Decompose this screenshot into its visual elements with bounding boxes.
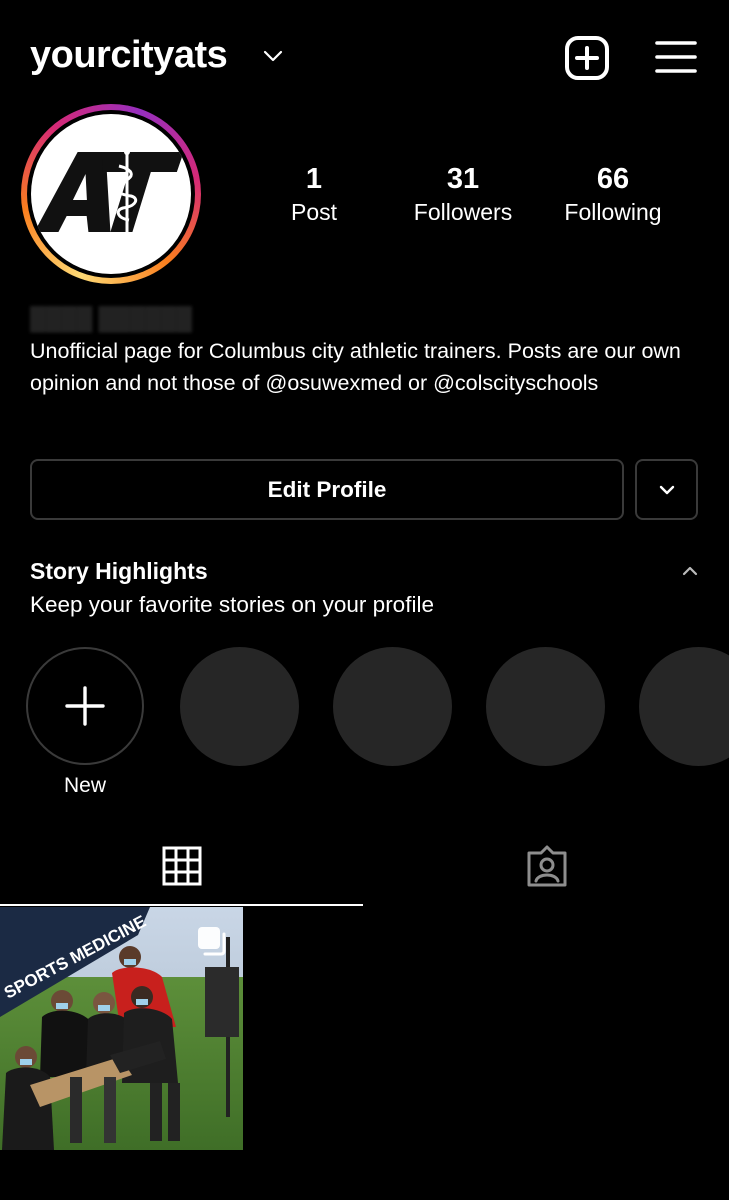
new-highlight-button[interactable] <box>26 647 144 765</box>
suggested-accounts-button[interactable] <box>635 459 698 520</box>
profile-bio: Unofficial page for Columbus city athlet… <box>30 339 681 395</box>
following-count[interactable]: 66 Following <box>543 162 683 228</box>
followers-count-value: 31 <box>446 163 480 195</box>
multiple-photos-icon <box>198 927 226 956</box>
active-tab-indicator <box>0 904 363 906</box>
new-post-icon[interactable] <box>563 34 611 82</box>
highlight-placeholder <box>639 647 729 766</box>
highlight-placeholder <box>180 647 299 766</box>
avatar[interactable]: AT <box>31 114 191 274</box>
profile-name-obscured: ████ ██████ <box>30 306 192 331</box>
grid-icon[interactable] <box>161 845 203 887</box>
chevron-down-icon <box>659 485 674 494</box>
new-highlight-label: New <box>63 774 106 797</box>
story-highlights-title: Story Highlights <box>30 558 208 584</box>
tagged-icon[interactable] <box>523 845 571 889</box>
profile-username[interactable]: yourcityats <box>30 34 228 77</box>
following-count-label: Following <box>564 199 662 225</box>
following-count-value: 66 <box>596 163 630 195</box>
chevron-down-icon[interactable] <box>262 48 284 64</box>
story-highlights-subtitle: Keep your favorite stories on your profi… <box>30 592 434 617</box>
edit-profile-button[interactable]: Edit Profile <box>30 459 624 520</box>
menu-icon[interactable] <box>654 38 698 78</box>
posts-count[interactable]: 1 Post <box>244 162 384 228</box>
highlight-placeholder <box>486 647 605 766</box>
posts-count-value: 1 <box>305 163 323 195</box>
chevron-up-icon[interactable] <box>680 564 700 578</box>
posts-count-label: Post <box>290 199 338 225</box>
followers-count-label: Followers <box>413 199 513 225</box>
at-logo: AT <box>34 149 184 238</box>
highlight-placeholder <box>333 647 452 766</box>
plus-icon <box>65 686 105 726</box>
followers-count[interactable]: 31 Followers <box>393 162 533 228</box>
